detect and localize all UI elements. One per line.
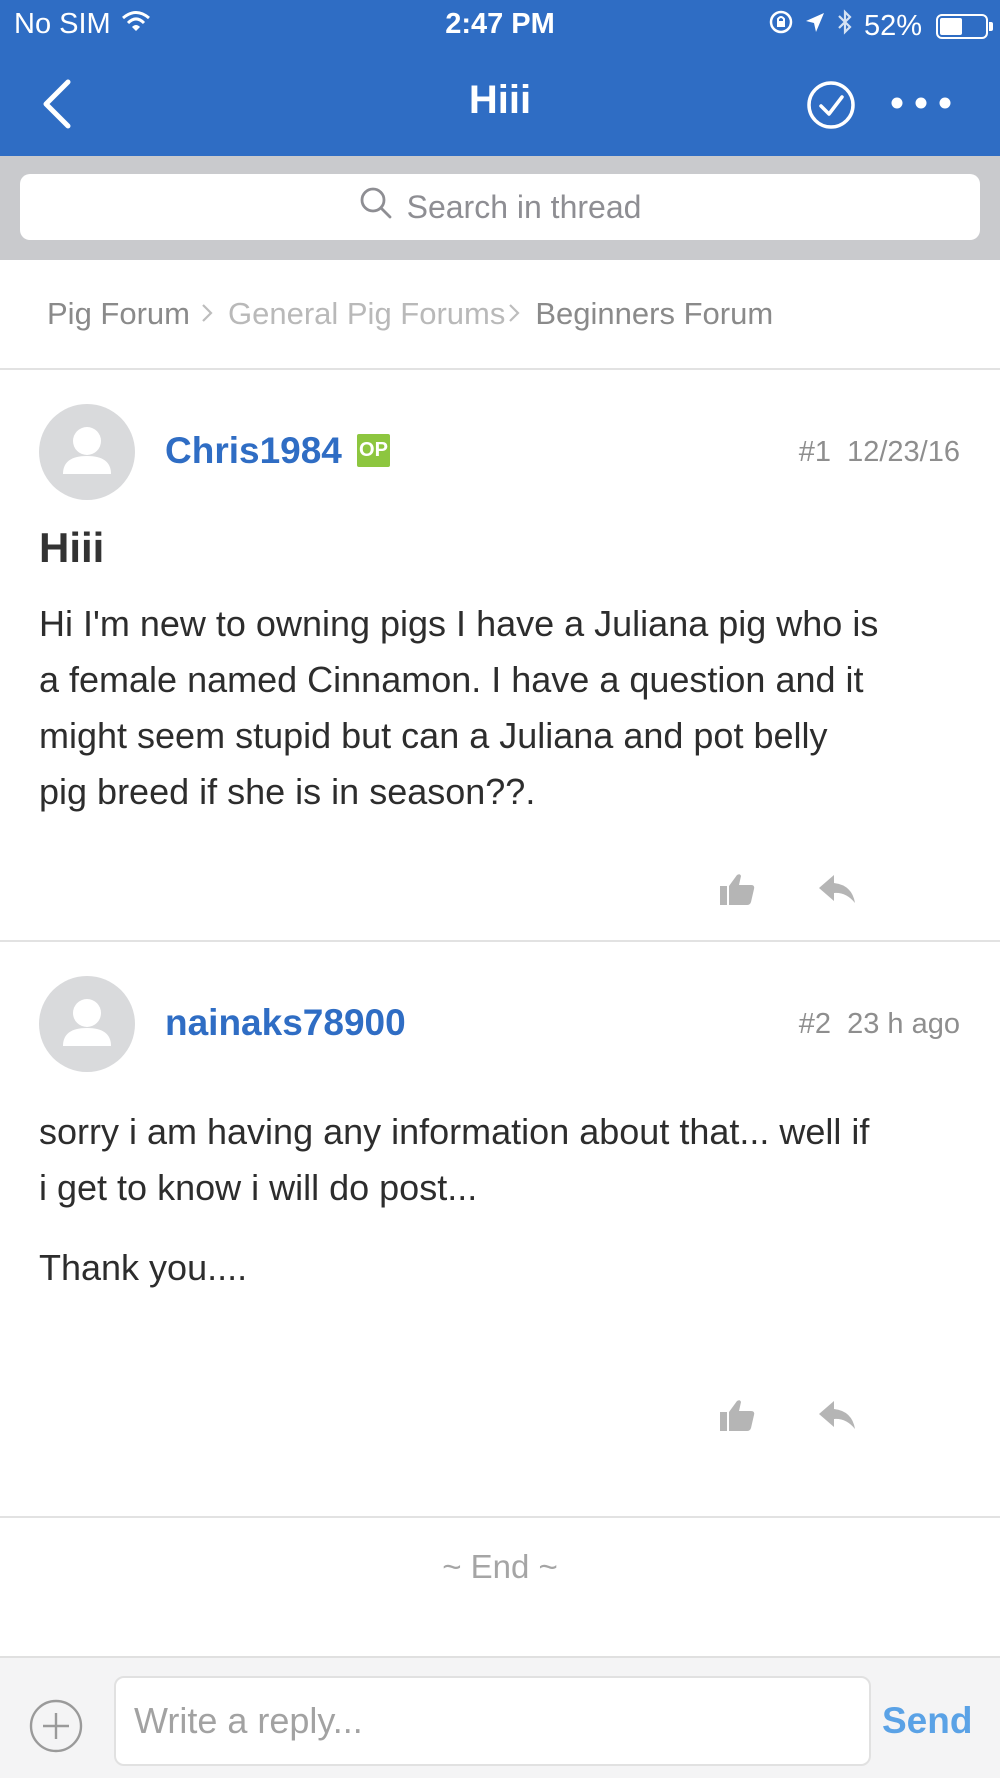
reply-composer: Send — [0, 1656, 1000, 1778]
avatar[interactable] — [39, 976, 135, 1072]
post-body-line: i get to know i will do post... — [39, 1167, 478, 1208]
nav-bar: Hiii — [0, 48, 1000, 156]
user-placeholder-icon — [63, 999, 111, 1046]
post-title: Hiii — [39, 524, 105, 571]
end-of-thread: ~ End ~ — [442, 1548, 558, 1585]
thumbs-up-icon — [720, 874, 755, 905]
post-meta: #1 12/23/16 — [799, 436, 960, 469]
reply-button[interactable] — [816, 872, 858, 913]
post-number: #2 — [798, 1008, 831, 1040]
reply-icon — [819, 1401, 855, 1429]
post-body: sorry i am having any information about … — [39, 1104, 969, 1296]
breadcrumb-item-beginners-forum[interactable]: Beginners Forum — [535, 296, 773, 332]
post-username[interactable]: Chris1984 — [165, 430, 342, 472]
more-button[interactable] — [886, 88, 956, 118]
search-placeholder: Search in thread — [406, 188, 642, 225]
post-actions — [718, 1398, 858, 1439]
search-bar: Search in thread — [0, 156, 1000, 260]
battery-percent: 52% — [863, 9, 922, 42]
more-horizontal-icon — [891, 97, 951, 109]
like-button[interactable] — [718, 1398, 758, 1439]
orientation-lock-icon — [768, 9, 794, 43]
post-actions — [718, 872, 858, 913]
post-date: 12/23/16 — [847, 436, 960, 468]
user-placeholder-icon — [63, 427, 111, 474]
add-attachment-button[interactable] — [28, 1698, 84, 1754]
mark-read-button[interactable] — [804, 78, 858, 132]
post-body: Hi I'm new to owning pigs I have a Julia… — [39, 596, 969, 820]
reply-icon — [819, 875, 855, 903]
plus-circle-icon — [29, 1699, 83, 1753]
battery-fill — [940, 17, 963, 35]
thumbs-up-icon — [720, 1400, 755, 1431]
breadcrumb: Pig Forum General Pig Forums Beginners F… — [0, 260, 1000, 370]
breadcrumb-item-pig-forum[interactable]: Pig Forum — [47, 296, 190, 332]
check-circle-icon — [807, 81, 855, 129]
post-body-line: Thank you.... — [39, 1247, 248, 1288]
post-date: 23 h ago — [847, 1008, 960, 1040]
post-username[interactable]: nainaks78900 — [165, 1002, 406, 1044]
avatar[interactable] — [39, 404, 135, 500]
post-body-line: Hi I'm new to owning pigs I have a Julia… — [39, 603, 879, 644]
top-bar: No SIM 2:47 PM 52% Hiii — [0, 0, 1000, 156]
post-number: #1 — [798, 436, 831, 468]
post-body-line: sorry i am having any information about … — [39, 1111, 870, 1152]
op-badge: OP — [357, 434, 390, 467]
reply-button[interactable] — [816, 1398, 858, 1439]
location-icon — [804, 10, 826, 43]
bluetooth-icon — [836, 8, 854, 44]
status-bar: No SIM 2:47 PM 52% — [0, 0, 1000, 48]
battery-icon — [936, 13, 993, 39]
like-button[interactable] — [718, 872, 758, 913]
post-body-line: pig breed if she is in season??. — [39, 771, 536, 812]
send-button[interactable]: Send — [882, 1700, 972, 1742]
post-1: Chris1984 OP #1 12/23/16 Hiii Hi I'm new… — [0, 372, 1000, 942]
search-icon — [359, 186, 393, 228]
post-meta: #2 23 h ago — [799, 1008, 960, 1041]
chevron-right-icon — [507, 296, 521, 332]
reply-input[interactable] — [114, 1676, 871, 1766]
chevron-right-icon — [200, 296, 214, 332]
breadcrumb-item-general-pig-forums[interactable]: General Pig Forums — [228, 296, 505, 332]
post-2: nainaks78900 #2 23 h ago sorry i am havi… — [0, 944, 1000, 1518]
post-body-line: might seem stupid but can a Juliana and … — [39, 715, 828, 756]
status-right: 52% — [768, 8, 993, 44]
search-input[interactable]: Search in thread — [20, 174, 980, 240]
post-body-line: a female named Cinnamon. I have a questi… — [39, 659, 864, 700]
